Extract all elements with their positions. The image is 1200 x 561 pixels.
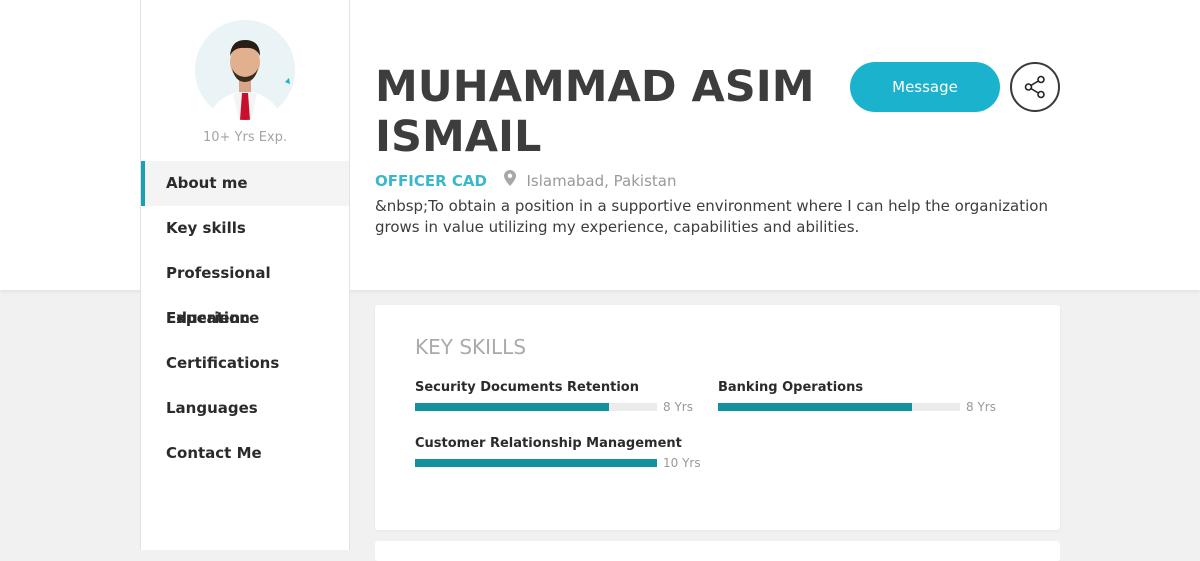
sidebar-item-languages[interactable]: Languages <box>141 386 349 431</box>
profile-name: MUHAMMAD ASIM ISMAIL <box>375 62 835 162</box>
avatar <box>195 20 295 120</box>
experience-text: 10+ Yrs Exp. <box>202 130 288 145</box>
skill-name: Banking Operations <box>718 380 864 395</box>
job-title: OFFICER CAD <box>375 171 487 190</box>
sidebar-item-key-skills[interactable]: Key skills <box>141 206 349 251</box>
sidebar-item-about-me[interactable]: About me <box>141 161 349 206</box>
skill-bar <box>718 403 960 411</box>
skill-years: 8 Yrs <box>966 400 996 414</box>
share-icon <box>1024 75 1045 99</box>
profile-name-line2: ISMAIL <box>375 112 542 162</box>
next-section-card <box>375 541 1060 561</box>
profile-meta: OFFICER CAD Islamabad, Pakistan <box>375 170 676 190</box>
key-skills-title: KEY SKILLS <box>415 335 527 359</box>
skill-item: Customer Relationship Management 10 Yrs <box>415 436 705 470</box>
skill-bar-fill <box>415 403 609 411</box>
sidebar-item-education[interactable]: Education <box>141 296 349 341</box>
sidebar-item-professional-experience[interactable]: Professional Experience <box>141 251 349 327</box>
skill-years: 10 Yrs <box>663 456 701 470</box>
sidebar: 10+ Yrs Exp. About me Key skills Profess… <box>140 0 350 550</box>
share-button[interactable] <box>1010 62 1060 112</box>
skill-name: Security Documents Retention <box>415 380 639 395</box>
sidebar-item-contact-me[interactable]: Contact Me <box>141 431 349 476</box>
skill-bar-fill <box>718 403 912 411</box>
skill-bar-fill <box>415 459 657 467</box>
skill-name: Customer Relationship Management <box>415 436 682 451</box>
skill-item: Security Documents Retention 8 Yrs <box>415 380 705 414</box>
objective-text: &nbsp;To obtain a position in a supporti… <box>375 197 1048 236</box>
key-skills-card: KEY SKILLS Security Documents Retention … <box>375 305 1060 530</box>
skill-years: 8 Yrs <box>663 400 693 414</box>
sidebar-menu: About me Key skills Professional Experie… <box>141 161 349 476</box>
skill-bar <box>415 459 657 467</box>
skill-bar <box>415 403 657 411</box>
message-button[interactable]: Message <box>850 62 1000 112</box>
skill-item: Banking Operations 8 Yrs <box>718 380 1008 414</box>
location-pin-icon <box>503 170 516 191</box>
profile-name-line1: MUHAMMAD ASIM <box>375 62 815 112</box>
location-text: Islamabad, Pakistan <box>526 171 677 190</box>
sidebar-item-certifications[interactable]: Certifications <box>141 341 349 386</box>
